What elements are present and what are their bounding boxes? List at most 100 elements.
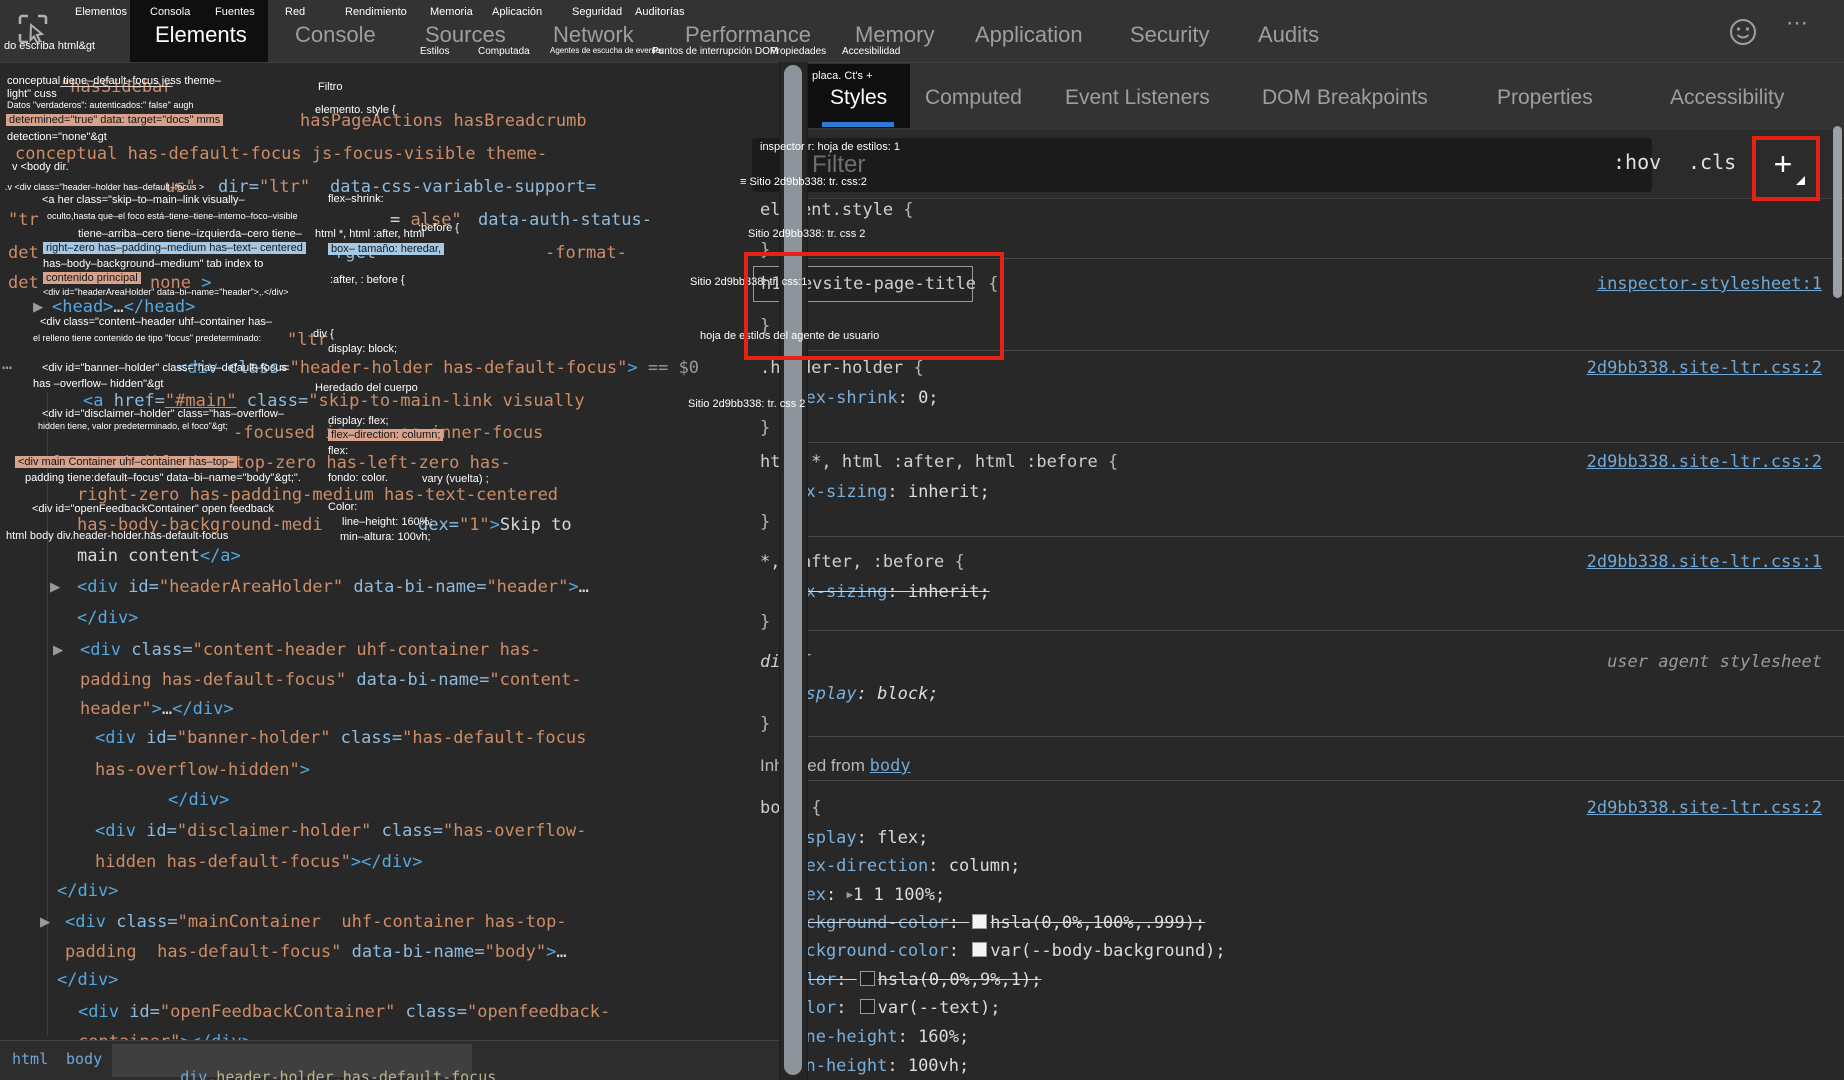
style-line[interactable]: 2d9bb338.site-ltr.css:2	[1587, 358, 1822, 378]
text-segment: "1"	[459, 515, 490, 535]
dom-row[interactable]: hidden has-default-focus"></div>	[95, 851, 423, 873]
dom-row[interactable]: conceptual has-default-focus js-focus-vi…	[15, 143, 547, 165]
dom-row[interactable]: det	[8, 272, 39, 294]
text-segment: <div	[95, 821, 146, 841]
dom-row[interactable]: padding has-default-focus" data-bi-name=…	[80, 669, 582, 691]
style-line[interactable]: box-sizing: inherit;	[785, 582, 990, 602]
text-segment: …	[556, 942, 566, 962]
dom-row[interactable]: <div class="content-header uhf-container…	[80, 639, 541, 661]
tab-application[interactable]: Application	[975, 22, 1083, 48]
text-segment: >	[568, 577, 578, 597]
breadcrumb-html[interactable]: html	[12, 1050, 48, 1068]
dom-row[interactable]: ▶	[40, 911, 50, 933]
devtools-window: do escriba html&gt ElementsConsoleSource…	[0, 0, 1844, 1080]
tab-performance[interactable]: Performance	[685, 22, 811, 48]
more-options-icon[interactable]: ⋯	[1786, 10, 1808, 36]
style-line[interactable]: flex-shrink: 0;	[785, 388, 939, 408]
tab-memory[interactable]: Memory	[855, 22, 934, 48]
dom-row[interactable]: <div id="openFeedbackContainer" class="o…	[78, 1001, 610, 1023]
feedback-smiley-icon[interactable]	[1728, 17, 1758, 47]
dom-row[interactable]: ▶	[50, 576, 60, 598]
dom-row[interactable]: ▶	[53, 639, 63, 661]
style-line[interactable]: box-sizing: inherit;	[785, 482, 990, 502]
tab-console[interactable]: Console	[295, 22, 376, 48]
dom-row[interactable]: ⋯	[2, 357, 12, 379]
style-line[interactable]: min-height: 100vh;	[785, 1056, 969, 1076]
tab-accessibility[interactable]: Accessibility	[1670, 86, 1784, 110]
panel-divider-scrollbar[interactable]	[779, 62, 808, 1080]
text-segment: "mainContainer uhf-container has-top-	[178, 912, 567, 932]
tab-audits[interactable]: Audits	[1258, 22, 1319, 48]
dom-row[interactable]: <div id="banner-holder" class="has-defau…	[95, 727, 586, 749]
tab-elements[interactable]: Elements	[155, 22, 247, 48]
tab-network[interactable]: Network	[553, 22, 634, 48]
style-line[interactable]: }	[760, 512, 770, 532]
dom-row[interactable]: <head>…</head>	[52, 296, 195, 318]
overlay-label: Datos "verdaderos": autenticados:" false…	[7, 100, 193, 110]
dom-row[interactable]: "tr	[8, 209, 39, 231]
dom-row[interactable]: </div>	[77, 607, 138, 629]
style-line[interactable]: }	[760, 714, 770, 734]
tab-security[interactable]: Security	[1130, 22, 1209, 48]
dom-row[interactable]: <div id="disclaimer-holder" class="has-o…	[95, 820, 586, 842]
style-line[interactable]: inspector-stylesheet:1	[1597, 274, 1822, 294]
text-segment: </head>	[124, 297, 196, 317]
dom-row[interactable]: <div class="mainContainer uhf-container …	[65, 911, 567, 933]
text-segment: =	[390, 210, 400, 230]
scrollbar-thumb[interactable]	[784, 65, 802, 1075]
overlay-label: Memoria	[430, 6, 473, 18]
style-line[interactable]: }	[760, 612, 770, 632]
dom-row[interactable]: data-auth-status-	[478, 209, 652, 231]
style-line[interactable]: 2d9bb338.site-ltr.css:2	[1587, 798, 1822, 818]
toggle-hover-state-button[interactable]: :hov	[1613, 150, 1661, 174]
tab-computed[interactable]: Computed	[925, 86, 1022, 110]
overlay-label: Auditorías	[635, 6, 685, 18]
dom-row[interactable]: </div>	[57, 880, 118, 902]
dom-row[interactable]: header">…</div>	[80, 698, 234, 720]
style-line[interactable]: }	[760, 418, 770, 438]
style-line[interactable]: background-color: hsla(0,0%,100%,.999);	[785, 913, 1205, 933]
dom-row[interactable]: ▶	[33, 296, 43, 318]
text-segment: var(--text);	[878, 998, 1001, 1018]
style-line[interactable]: flex-direction: column;	[785, 856, 1020, 876]
breadcrumb-selected-node[interactable]: div.header-holder.has-default-focus	[126, 1050, 496, 1080]
dom-row[interactable]: dex="1">Skip to	[418, 514, 572, 536]
style-line[interactable]: line-height: 160%;	[785, 1027, 969, 1047]
style-line[interactable]: color: hsla(0,0%,9%,1);	[785, 970, 1041, 990]
dom-row[interactable]: has-overflow-hidden">	[95, 759, 310, 781]
text-segment: "content-	[489, 670, 581, 690]
toggle-class-button[interactable]: .cls	[1688, 150, 1736, 174]
overlay-label: display: flex;	[328, 415, 389, 427]
style-line[interactable]: user agent stylesheet	[1607, 652, 1822, 672]
style-line[interactable]: 2d9bb338.site-ltr.css:1	[1587, 552, 1822, 572]
style-line[interactable]: flex: ▶1 1 100%;	[785, 885, 945, 905]
tab-sources[interactable]: Sources	[425, 22, 506, 48]
dom-row[interactable]: </div>	[57, 969, 118, 991]
dom-row[interactable]: det	[8, 242, 39, 264]
style-line[interactable]: display: block;	[785, 684, 939, 704]
style-line[interactable]: color: var(--text);	[785, 998, 1001, 1018]
breadcrumb-body[interactable]: body	[66, 1050, 102, 1068]
tab-properties[interactable]: Properties	[1497, 86, 1593, 110]
dom-indent-guide	[47, 392, 48, 1035]
dom-row[interactable]: padding has-default-focus" data-bi-name=…	[65, 941, 567, 963]
dom-row[interactable]: main content</a>	[77, 545, 241, 567]
dom-row[interactable]: <div id="headerAreaHolder" data-bi-name=…	[77, 576, 589, 598]
style-line[interactable]: background-color: var(--body-background)…	[785, 941, 1226, 961]
text-segment: 2d9bb338.site-ltr.css:2	[1587, 358, 1822, 378]
color-swatch-light	[972, 942, 987, 957]
style-line[interactable]: html *, html :after, html :before {	[760, 452, 1118, 472]
overlay-label: Accesibilidad	[842, 46, 900, 57]
overlay-label: Elementos	[75, 6, 127, 18]
tab-styles[interactable]: Styles	[830, 86, 887, 110]
tab-event-listeners[interactable]: Event Listeners	[1065, 86, 1210, 110]
overlay-label: Aplicación	[492, 6, 542, 18]
styles-scrollbar-thumb[interactable]	[1833, 126, 1842, 298]
tab-dom-breakpoints[interactable]: DOM Breakpoints	[1262, 86, 1428, 110]
overlay-label: light" cuss	[7, 88, 57, 100]
dom-row[interactable]: -format-	[545, 242, 627, 264]
overlay-label: Red	[285, 6, 305, 18]
dom-row[interactable]: </div>	[168, 789, 229, 811]
text-segment: </a>	[200, 546, 241, 566]
style-line[interactable]: 2d9bb338.site-ltr.css:2	[1587, 452, 1822, 472]
